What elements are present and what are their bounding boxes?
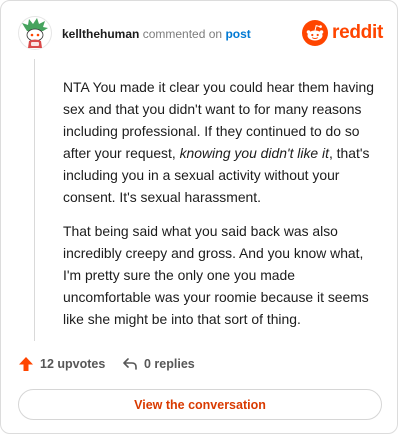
replies-button[interactable]: 0 replies [122,353,195,375]
thread-line [34,59,35,341]
emphasis-text: knowing you didn't like it [179,145,329,161]
comment-card: kellthehuman commented on post reddit NT… [0,0,398,434]
reply-arrow-icon [123,358,137,370]
upvote-button[interactable]: 12 upvotes [18,353,105,375]
brand-logo[interactable]: reddit [302,19,383,47]
reddit-logo-icon [302,20,329,46]
action-text: commented on [142,27,223,41]
brand-wordmark: reddit [332,22,383,43]
comment-body: NTA You made it clear you could hear the… [63,76,385,342]
comment-paragraph: NTA You made it clear you could hear the… [63,79,374,205]
username-link[interactable]: kellthehuman [62,27,139,41]
view-conversation-button[interactable]: View the conversation [18,389,382,420]
upvote-arrow-icon [19,357,33,371]
reply-count: 0 replies [144,357,195,371]
comment-header: kellthehuman commented on post reddit [18,16,383,50]
snoo-avatar-icon[interactable] [18,16,52,50]
byline: kellthehuman commented on post [62,27,251,41]
comment-actions: 12 upvotes 0 replies [18,353,377,375]
post-link[interactable]: post [225,27,250,41]
comment-paragraph: That being said what you said back was a… [63,223,369,327]
upvote-count: 12 upvotes [40,357,106,371]
